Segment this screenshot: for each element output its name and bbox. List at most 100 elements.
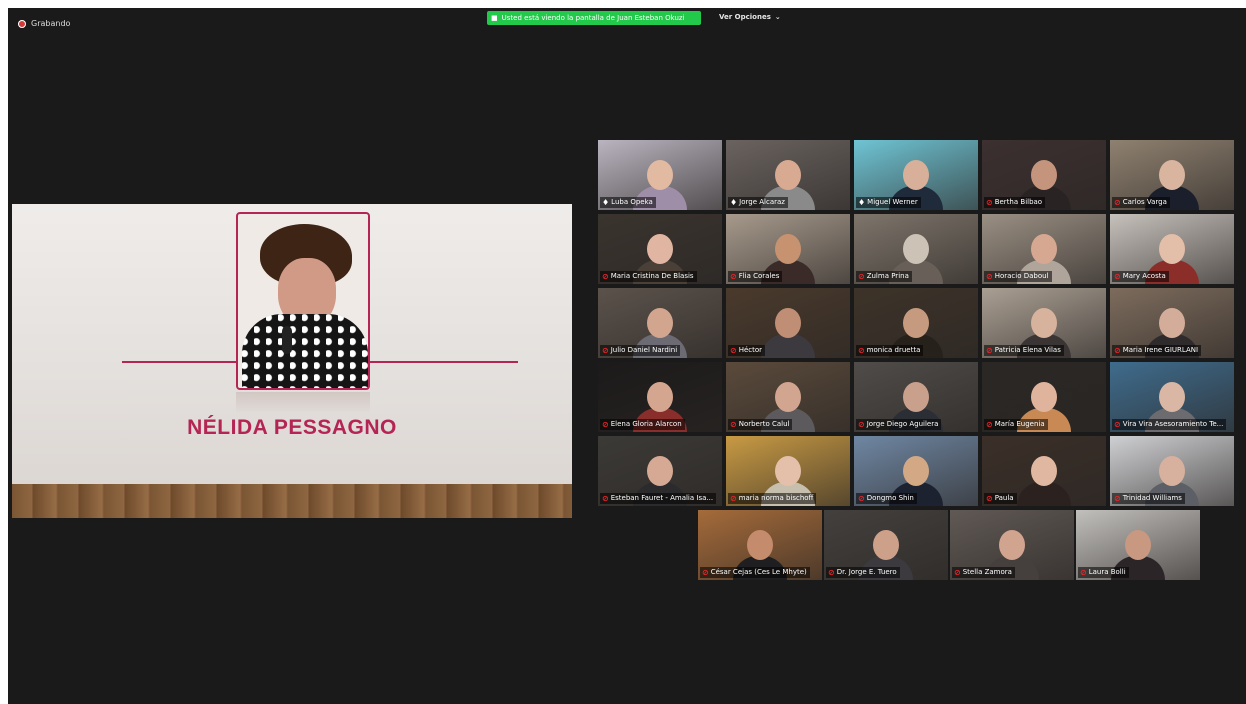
participant-tile[interactable]: ⊘ maria norma bischoff [726,436,850,506]
participant-tile[interactable]: ⊘ Patricia Elena Vilas [982,288,1106,358]
divider-line-left [122,361,236,363]
participant-tile[interactable]: ⊘ Carlos Varga [1110,140,1234,210]
participant-tile[interactable]: ⊘ Laura Bolli [1076,510,1200,580]
participant-name-label: ⊘ Norberto Calul [728,419,793,430]
mic-muted-icon: ⊘ [986,346,993,355]
wood-floor [12,484,572,518]
participant-name: Laura Bolli [1088,568,1126,576]
participant-name-label: ⊘ Dongmo Shin [856,493,917,504]
participant-tile[interactable]: ♦ Luba Opeka [598,140,722,210]
participant-name: Maria Cristina De Blasis [610,272,694,280]
mic-muted-icon: ⊘ [730,420,737,429]
participant-tile[interactable]: ⊘ Horacio Daboul [982,214,1106,284]
participant-tile[interactable]: ⊘ Mary Acosta [1110,214,1234,284]
mic-icon: ♦ [730,198,738,207]
mic-muted-icon: ⊘ [954,568,961,577]
mic-muted-icon: ⊘ [858,272,865,281]
participant-tile[interactable]: ⊘ Dr. Jorge E. Tuero [824,510,948,580]
divider-line-right [370,361,518,363]
participant-name-label: ⊘ Zulma Prina [856,271,912,282]
shared-screen: NÉLIDA PESSAGNO [12,204,572,518]
participant-name: Esteban Fauret - Amalia Isa... [610,494,714,502]
participant-tile[interactable]: ♦ Jorge Alcaraz [726,140,850,210]
slide-title: NÉLIDA PESSAGNO [187,416,397,439]
participant-tile[interactable]: ⊘ Bertha Bilbao [982,140,1106,210]
participant-name: Mary Acosta [1122,272,1166,280]
participant-name: Flia Corales [738,272,780,280]
participant-name-label: ⊘ Patricia Elena Vilas [984,345,1064,356]
participant-tile[interactable]: ⊘ María Eugenia [982,362,1106,432]
participant-name-label: ⊘ Horacio Daboul [984,271,1052,282]
participant-name: María Eugenia [994,420,1045,428]
participant-tile[interactable]: ⊘ Esteban Fauret - Amalia Isa... [598,436,722,506]
view-options-label: Ver Opciones [719,13,771,21]
mic-muted-icon: ⊘ [730,272,737,281]
participant-name: Bertha Bilbao [994,198,1043,206]
participant-tile[interactable]: ⊘ Stella Zamora [950,510,1074,580]
participant-silhouette [1017,452,1071,506]
mic-muted-icon: ⊘ [702,568,709,577]
recording-indicator: Grabando [18,19,70,28]
participant-name-label: ♦ Luba Opeka [600,197,656,208]
participant-silhouette [761,304,815,358]
participant-tile[interactable]: ⊘ Norberto Calul [726,362,850,432]
participant-name-label: ⊘ Elena Gloria Alarcon [600,419,685,430]
mic-muted-icon: ⊘ [730,346,737,355]
participant-name: Jorge Diego Aguilera [866,420,939,428]
portrait-photo [236,212,370,390]
participant-tile[interactable]: ⊘ Maria Cristina De Blasis [598,214,722,284]
participant-name-label: ⊘ Bertha Bilbao [984,197,1046,208]
mic-icon: ♦ [602,198,610,207]
mic-muted-icon: ⊘ [602,346,609,355]
participant-name: Dr. Jorge E. Tuero [836,568,897,576]
participant-tile[interactable]: ⊘ César Cejas (Ces Le Mhyte) [698,510,822,580]
participant-tile[interactable]: ⊘ Héctor [726,288,850,358]
mic-muted-icon: ⊘ [986,272,993,281]
presentation-slide: NÉLIDA PESSAGNO [12,204,572,484]
participant-tile[interactable]: ⊘ Julio Daniel Nardini [598,288,722,358]
participant-name-label: ⊘ Dr. Jorge E. Tuero [826,567,900,578]
participant-tile[interactable]: ⊘ Flia Corales [726,214,850,284]
screen-share-text: Usted está viendo la pantalla de Juan Es… [501,14,685,22]
participant-tile[interactable]: ⊘ Vira Vira Asesoramiento Te... [1110,362,1234,432]
mic-muted-icon: ⊘ [858,494,865,503]
participant-name-label: ⊘ Jorge Diego Aguilera [856,419,942,430]
portrait-reflection [236,392,370,414]
participant-name: Miguel Werner [867,198,918,206]
participant-tile[interactable]: ⊘ Zulma Prina [854,214,978,284]
mic-muted-icon: ⊘ [1114,272,1121,281]
participant-name-label: ⊘ Julio Daniel Nardini [600,345,681,356]
participant-name-label: ⊘ Héctor [728,345,766,356]
participant-name: Julio Daniel Nardini [610,346,678,354]
participant-name: Dongmo Shin [866,494,914,502]
participant-name-label: ⊘ César Cejas (Ces Le Mhyte) [700,567,810,578]
mic-muted-icon: ⊘ [986,420,993,429]
participant-tile[interactable]: ⊘ Paula [982,436,1106,506]
participant-name: Luba Opeka [611,198,653,206]
participant-name: maria norma bischoff [738,494,814,502]
mic-muted-icon: ⊘ [858,420,865,429]
participant-name-label: ⊘ monica druetta [856,345,924,356]
participant-tile[interactable]: ⊘ Elena Gloria Alarcon [598,362,722,432]
participant-tile[interactable]: ⊘ monica druetta [854,288,978,358]
participant-name-label: ⊘ María Eugenia [984,419,1048,430]
participant-name-label: ⊘ Esteban Fauret - Amalia Isa... [600,493,717,504]
mic-muted-icon: ⊘ [828,568,835,577]
participant-name: monica druetta [866,346,921,354]
view-options-button[interactable]: Ver Opciones ⌄ [719,13,781,21]
mic-muted-icon: ⊘ [986,198,993,207]
participant-tile[interactable]: ♦ Miguel Werner [854,140,978,210]
participant-tile[interactable]: ⊘ Jorge Diego Aguilera [854,362,978,432]
participant-name: Norberto Calul [738,420,790,428]
mic-muted-icon: ⊘ [602,272,609,281]
participant-tile[interactable]: ⊘ Dongmo Shin [854,436,978,506]
mic-muted-icon: ⊘ [858,346,865,355]
participant-name-label: ⊘ Maria Cristina De Blasis [600,271,697,282]
mic-muted-icon: ⊘ [1114,198,1121,207]
participant-name: César Cejas (Ces Le Mhyte) [710,568,807,576]
participant-name-label: ⊘ maria norma bischoff [728,493,817,504]
participant-tile[interactable]: ⊘ Trinidad Williams [1110,436,1234,506]
participant-tile[interactable]: ⊘ Maria Irene GIURLANI [1110,288,1234,358]
participant-name: Vira Vira Asesoramiento Te... [1122,420,1224,428]
participant-name-label: ⊘ Carlos Varga [1112,197,1170,208]
